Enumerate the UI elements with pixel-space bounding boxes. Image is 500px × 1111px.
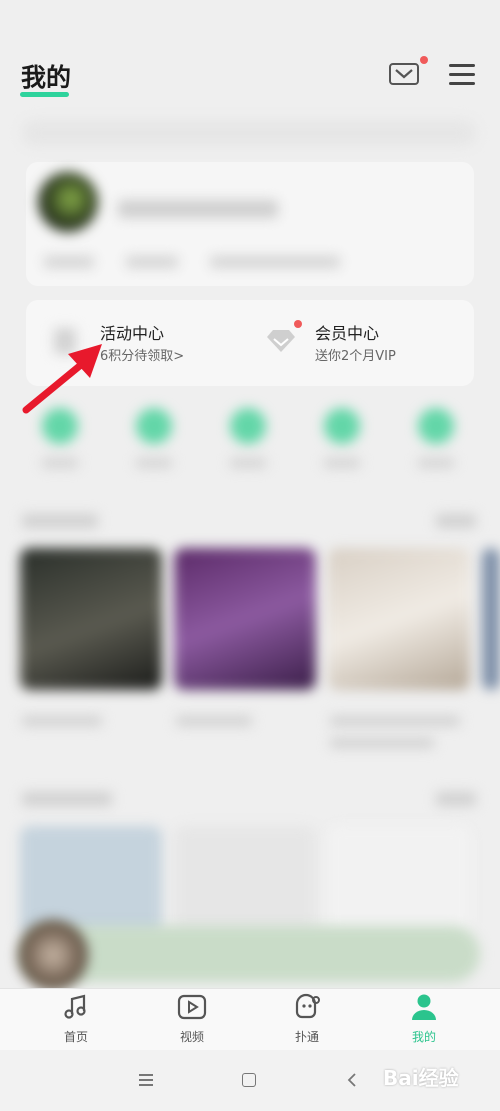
playlist-caption: [22, 716, 102, 726]
mini-player[interactable]: [20, 926, 480, 982]
tab-home[interactable]: 首页: [41, 992, 111, 1045]
page-title: 我的: [21, 63, 72, 92]
quick-entry-icon[interactable]: [418, 408, 454, 444]
tab-mine[interactable]: 我的: [389, 992, 459, 1045]
annotation-arrow: [22, 344, 102, 414]
quick-entry-label: [324, 458, 360, 468]
playlist-caption: [176, 716, 252, 726]
content-cover[interactable]: [20, 826, 162, 936]
tab-putong[interactable]: 扑通: [272, 992, 342, 1045]
vip-center-subtitle[interactable]: 送你2个月VIP: [315, 345, 396, 364]
quick-entry-label: [418, 458, 454, 468]
quick-entry-label: [230, 458, 266, 468]
notification-dot: [420, 56, 428, 64]
tab-label: 视频: [179, 1030, 204, 1044]
section-more[interactable]: [436, 792, 476, 806]
profile-stat[interactable]: [126, 256, 178, 268]
profile-stat[interactable]: [210, 256, 340, 268]
profile-stat[interactable]: [44, 256, 94, 268]
quick-entry-icon[interactable]: [230, 408, 266, 444]
quick-entry-label: [136, 458, 172, 468]
section-title: [22, 514, 98, 528]
username: [118, 200, 278, 218]
search-bar[interactable]: [22, 120, 476, 146]
vip-notification-dot: [294, 320, 302, 328]
quick-entry-label: [42, 458, 78, 468]
playlist-caption: [330, 716, 460, 726]
vip-center-title[interactable]: 会员中心: [315, 320, 379, 344]
tab-label: 我的: [411, 1030, 436, 1044]
message-icon[interactable]: [389, 63, 419, 85]
face-bubble-icon: [292, 992, 322, 1022]
quick-entry-icon[interactable]: [324, 408, 360, 444]
watermark-logo: Bai经验: [383, 1066, 459, 1090]
playlist-cover[interactable]: [20, 548, 162, 690]
section-more[interactable]: [436, 514, 476, 528]
title-underline: [20, 92, 69, 97]
quick-entry-icon[interactable]: [136, 408, 172, 444]
music-note-icon: [61, 992, 91, 1022]
diamond-icon: [265, 328, 297, 354]
content-cover[interactable]: [328, 826, 470, 936]
back-icon[interactable]: [346, 1072, 358, 1092]
section-title: [22, 792, 112, 806]
avatar[interactable]: [38, 172, 98, 232]
tab-video[interactable]: 视频: [157, 992, 227, 1045]
home-icon[interactable]: [242, 1073, 256, 1087]
playlist-cover[interactable]: [174, 548, 316, 690]
tab-label: 扑通: [294, 1030, 319, 1044]
quick-entry-icon[interactable]: [42, 408, 78, 444]
video-play-icon: [177, 992, 207, 1022]
playlist-cover[interactable]: [328, 548, 470, 690]
menu-icon[interactable]: [449, 64, 475, 86]
user-icon: [409, 992, 439, 1022]
content-cover[interactable]: [174, 826, 316, 936]
player-cover[interactable]: [18, 920, 88, 990]
playlist-cover[interactable]: [482, 548, 500, 690]
tab-label: 首页: [63, 1030, 88, 1044]
playlist-caption: [330, 738, 434, 748]
recent-apps-icon[interactable]: [139, 1074, 153, 1086]
